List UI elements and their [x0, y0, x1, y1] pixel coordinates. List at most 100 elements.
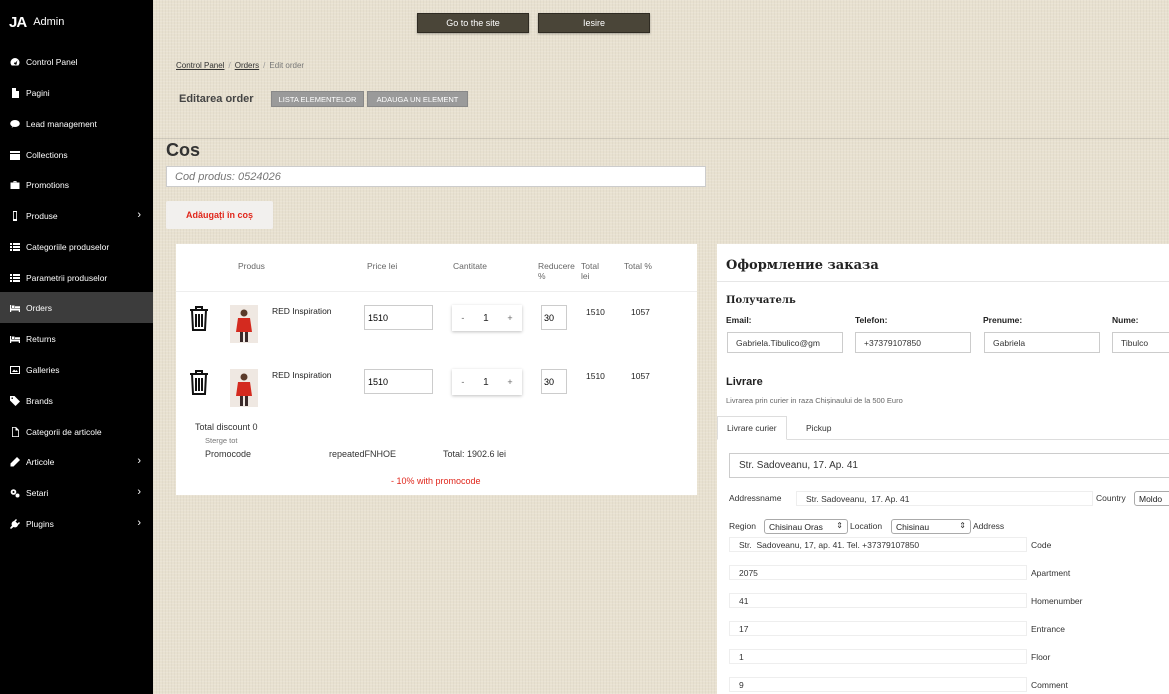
country-select[interactable]: Moldo: [1134, 491, 1169, 506]
address-input[interactable]: [729, 453, 1169, 478]
order-title: Оформление заказа: [726, 258, 879, 273]
sidebar-item-articole[interactable]: Articole ›: [0, 446, 153, 477]
region-select[interactable]: Chisinau Oras ⇕: [764, 519, 848, 534]
sidebar-item-label: Control Panel: [26, 56, 78, 67]
plug-icon: [10, 518, 20, 529]
calendar-icon: [10, 150, 20, 160]
entrance-field[interactable]: [729, 649, 1027, 664]
file-outline-icon: [10, 426, 20, 437]
sidebar-item-galleries[interactable]: Galleries: [0, 354, 153, 385]
breadcrumb-control-panel[interactable]: Control Panel: [176, 61, 224, 70]
list-elements-button[interactable]: LISTA ELEMENTELOR: [271, 91, 364, 107]
first-name-field[interactable]: [984, 332, 1100, 353]
breadcrumb: Control Panel / Orders / Edit order: [176, 61, 304, 70]
header-quantity: Cantitate: [453, 261, 488, 271]
cart-panel: Produs Price lei Cantitate Reducere% Tot…: [176, 244, 697, 495]
trash-icon[interactable]: [187, 368, 211, 396]
sidebar-item-control-panel[interactable]: Control Panel: [0, 46, 153, 77]
sidebar-item-lead-management[interactable]: Lead management: [0, 108, 153, 139]
select-caret-icon: ⇕: [959, 521, 966, 530]
add-element-button[interactable]: ADAUGA UN ELEMENT: [367, 91, 468, 107]
sidebar-item-label: Categorii de articole: [26, 426, 102, 437]
region-label: Region: [729, 521, 756, 531]
sidebar-item-promotions[interactable]: Promotions: [0, 169, 153, 200]
product-thumbnail: [230, 369, 258, 407]
address-field[interactable]: [729, 537, 1027, 552]
tab-pickup[interactable]: Pickup: [797, 416, 841, 440]
comment-label: Comment: [1031, 680, 1068, 690]
discount-input[interactable]: [541, 369, 567, 394]
add-to-cart-button[interactable]: Adăugați în coș: [166, 201, 273, 229]
addressname-field[interactable]: [796, 491, 1093, 506]
email-field[interactable]: [727, 332, 843, 353]
brand-logo: JA: [9, 13, 27, 31]
sidebar-item-brands[interactable]: Brands: [0, 385, 153, 416]
grand-total: Total: 1902.6 lei: [443, 449, 507, 459]
page-title: Editarea order: [179, 93, 254, 105]
product-name[interactable]: RED Inspiration: [272, 306, 332, 316]
go-to-site-button[interactable]: Go to the site: [417, 13, 529, 33]
bed-icon: [10, 334, 20, 344]
cart-title: Cos: [166, 140, 201, 160]
header-price: Price lei: [367, 261, 398, 271]
promocode-label: Promocode: [205, 449, 252, 459]
sidebar-item-plugins[interactable]: Plugins ›: [0, 508, 153, 539]
sidebar-item-pagini[interactable]: Pagini: [0, 77, 153, 108]
trash-icon[interactable]: [187, 304, 211, 332]
recipient-heading: Получатель: [726, 295, 796, 306]
sidebar-item-produse[interactable]: Produse ›: [0, 200, 153, 231]
decrement-button[interactable]: -: [461, 377, 464, 387]
product-code-input[interactable]: [166, 166, 706, 187]
product-thumbnail: [230, 305, 258, 343]
breadcrumb-separator: /: [263, 61, 266, 70]
chevron-right-icon: ›: [137, 486, 141, 498]
sidebar-item-collections[interactable]: Collections: [0, 139, 153, 170]
breadcrumb-orders[interactable]: Orders: [235, 61, 259, 70]
homenumber-field[interactable]: [729, 621, 1027, 636]
promo-note: - 10% with promocode: [391, 476, 481, 486]
sidebar-item-returns[interactable]: Returns: [0, 323, 153, 354]
sidebar-item-categoriile-produselor[interactable]: Categoriile produselor: [0, 231, 153, 262]
tab-livrare-curier[interactable]: Livrare curier: [717, 416, 787, 440]
quantity-value: 1: [483, 376, 489, 388]
list-icon: [10, 242, 20, 252]
addressname-label: Addressname: [729, 493, 782, 503]
price-input[interactable]: [364, 369, 433, 394]
sidebar-item-setari[interactable]: Setari ›: [0, 477, 153, 508]
tag-icon: [10, 395, 20, 406]
briefcase-icon: [10, 180, 20, 190]
delivery-heading: Livrare: [726, 376, 763, 388]
sidebar-item-label: Setari: [26, 487, 49, 498]
sidebar-item-label: Collections: [26, 149, 68, 160]
apartment-field[interactable]: [729, 593, 1027, 608]
header-total-line1: Total: [581, 261, 599, 271]
increment-button[interactable]: +: [507, 313, 512, 323]
breadcrumb-separator: /: [228, 61, 231, 70]
clear-all-link[interactable]: Sterge tot: [205, 436, 238, 445]
exit-button[interactable]: Iesire: [538, 13, 650, 33]
decrement-button[interactable]: -: [461, 313, 464, 323]
mobile-icon: [10, 210, 20, 221]
price-input[interactable]: [364, 305, 433, 330]
row-total-percent: 1057: [631, 371, 650, 381]
bed-icon: [10, 303, 20, 313]
phone-field[interactable]: [855, 332, 971, 353]
floor-field[interactable]: [729, 677, 1027, 692]
brand[interactable]: JA Admin: [0, 0, 153, 44]
quantity-stepper[interactable]: - 1 +: [452, 369, 522, 395]
sidebar-item-label: Galleries: [26, 364, 60, 375]
row-total: 1510: [586, 371, 605, 381]
row-total-percent: 1057: [631, 307, 650, 317]
discount-input[interactable]: [541, 305, 567, 330]
sidebar-item-categorii-de-articole[interactable]: Categorii de articole: [0, 416, 153, 447]
location-select[interactable]: Chisinau ⇕: [891, 519, 971, 534]
code-field[interactable]: [729, 565, 1027, 580]
sidebar-item-label: Orders: [26, 302, 52, 313]
increment-button[interactable]: +: [507, 377, 512, 387]
sidebar-item-orders[interactable]: Orders: [0, 292, 153, 323]
quantity-stepper[interactable]: - 1 +: [452, 305, 522, 331]
header-total-line2: lei: [581, 271, 590, 281]
product-name[interactable]: RED Inspiration: [272, 370, 332, 380]
last-name-field[interactable]: [1112, 332, 1169, 353]
sidebar-item-parametrii-produselor[interactable]: Parametrii produselor: [0, 262, 153, 293]
